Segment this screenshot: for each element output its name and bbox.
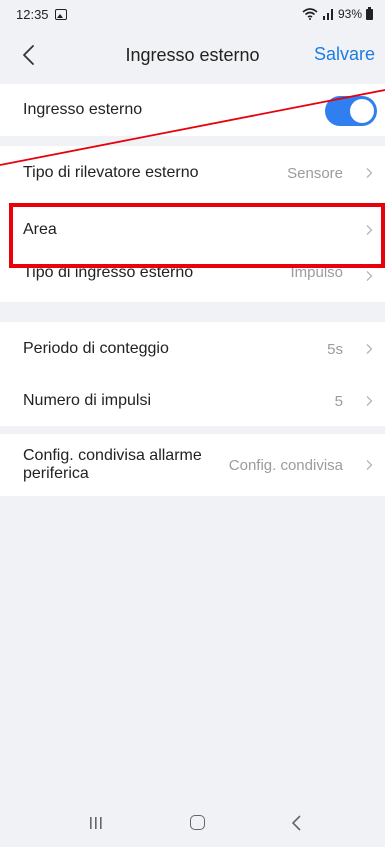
chevron-right-icon: [366, 225, 373, 235]
recent-apps-icon[interactable]: [88, 816, 104, 830]
external-input-label: Ingresso esterno: [23, 101, 143, 118]
detector-group: Tipo di rilevatore esterno Sensore Area …: [0, 146, 385, 302]
count-period-row[interactable]: Periodo di conteggio 5s: [0, 322, 385, 376]
status-right: 93%: [302, 6, 373, 21]
wifi-icon: [302, 8, 318, 20]
chevron-right-icon: [366, 396, 373, 406]
back-icon[interactable]: [290, 814, 304, 832]
shared-config-label-line1: Config. condivisa allarme: [23, 447, 202, 464]
detector-type-row[interactable]: Tipo di rilevatore esterno Sensore: [0, 146, 385, 200]
back-button[interactable]: [18, 42, 42, 68]
signal-icon: [322, 9, 333, 20]
battery-icon: [366, 6, 373, 20]
pulse-count-value: 5: [334, 392, 343, 410]
area-label: Area: [23, 221, 57, 238]
shared-config-row[interactable]: Config. condivisa allarme periferica Con…: [0, 434, 385, 496]
shared-config-label-line2: periferica: [23, 465, 89, 482]
chevron-right-icon: [366, 460, 373, 470]
detector-type-value: Sensore: [287, 164, 343, 182]
pulse-count-label: Numero di impulsi: [23, 392, 152, 409]
home-icon[interactable]: [190, 815, 205, 830]
shared-config-group: Config. condivisa allarme periferica Con…: [0, 434, 385, 496]
pulse-group: Periodo di conteggio 5s Numero di impuls…: [0, 322, 385, 426]
chevron-right-icon: [366, 271, 373, 281]
chevron-left-icon: [23, 45, 34, 65]
system-navigation-bar: [0, 800, 385, 847]
clock: 12:35: [16, 6, 49, 22]
gallery-notification-icon: [54, 8, 67, 20]
count-period-label: Periodo di conteggio: [23, 340, 169, 357]
count-period-value: 5s: [327, 340, 343, 358]
chevron-right-icon: [366, 168, 373, 178]
shared-config-value: Config. condivisa: [228, 456, 343, 474]
chevron-right-icon: [366, 344, 373, 354]
toggle-knob: [350, 99, 374, 123]
save-button[interactable]: Salvare: [314, 44, 375, 65]
status-left: 12:35: [16, 7, 67, 22]
page-title: Ingresso esterno: [125, 44, 260, 65]
detector-type-label: Tipo di rilevatore esterno: [23, 164, 199, 181]
input-type-label: Tipo di ingresso esterno: [23, 264, 194, 281]
input-type-value: Impulso: [290, 264, 343, 281]
external-input-toggle[interactable]: [325, 96, 377, 126]
pulse-count-row[interactable]: Numero di impulsi 5: [0, 376, 385, 426]
status-bar: 12:35 93%: [0, 0, 385, 28]
shared-config-label: Config. condivisa allarme periferica: [23, 447, 229, 483]
toggle-group: Ingresso esterno: [0, 84, 385, 136]
area-row[interactable]: Area: [0, 200, 385, 260]
input-type-row[interactable]: Tipo di ingresso esterno Impulso: [0, 260, 385, 302]
battery-percent: 93%: [337, 7, 362, 21]
external-input-toggle-row: Ingresso esterno: [0, 84, 385, 136]
header-bar: Ingresso esterno Salvare: [0, 30, 385, 80]
